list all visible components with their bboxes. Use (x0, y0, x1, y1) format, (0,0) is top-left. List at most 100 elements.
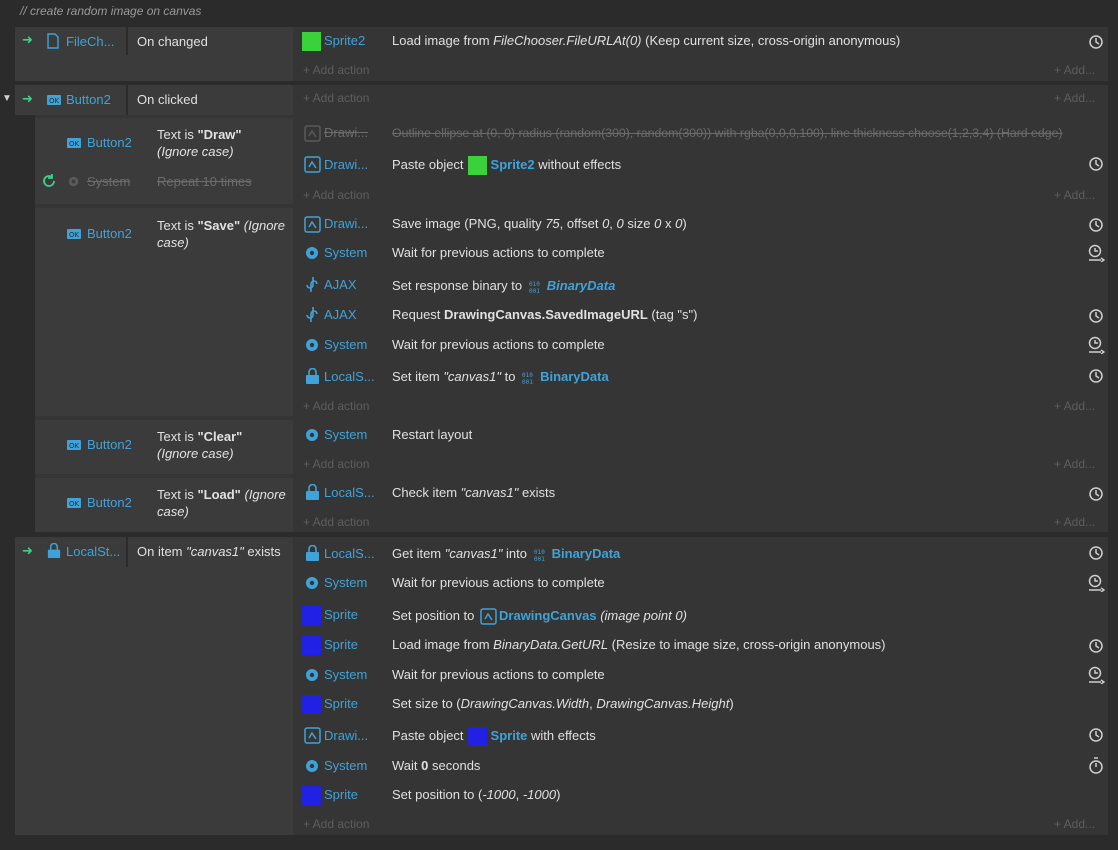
action-object[interactable]: System (324, 663, 367, 687)
action-object[interactable]: LocalS... (324, 481, 375, 505)
binary-data-icon: 010001 (529, 281, 540, 294)
action-object[interactable]: Sprite (324, 692, 358, 716)
add-more-link[interactable]: + Add... (1054, 88, 1095, 108)
sprite-icon (302, 695, 321, 714)
svg-text:OK: OK (69, 231, 80, 239)
add-more-link[interactable]: + Add... (1054, 185, 1095, 205)
action-text[interactable]: Wait for previous actions to complete (392, 571, 605, 595)
action-text[interactable]: Set response binary to 010 001 BinaryData (392, 274, 615, 298)
action-text[interactable]: Wait 0 seconds (392, 754, 480, 778)
svg-text:OK: OK (69, 140, 80, 148)
condition-text[interactable]: On clicked (137, 88, 198, 112)
drawing-canvas-icon (304, 216, 321, 233)
condition-text[interactable]: On changed (137, 30, 208, 54)
loop-icon (43, 174, 55, 187)
action-text[interactable]: Paste object Sprite with effects (392, 724, 596, 748)
condition-object[interactable]: Button2 (87, 491, 132, 515)
add-action-link[interactable]: + Add action (303, 512, 369, 532)
action-object[interactable]: System (324, 333, 367, 357)
add-action-link[interactable]: + Add action (303, 60, 369, 80)
action-text[interactable]: Save image (PNG, quality 75, offset 0, 0… (392, 212, 687, 236)
action-object[interactable]: System (324, 423, 367, 447)
svg-text:OK: OK (69, 500, 80, 508)
action-object[interactable]: AJAX (324, 273, 357, 297)
condition-object[interactable]: Button2 (87, 433, 132, 457)
condition-text[interactable]: Text is "Clear" (Ignore case) (157, 428, 287, 462)
action-object[interactable]: LocalS... (324, 365, 375, 389)
action-object[interactable]: Drawi... (324, 212, 368, 236)
condition-text[interactable]: Text is "Draw" (Ignore case) (157, 126, 242, 160)
add-action-link[interactable]: + Add action (303, 814, 369, 834)
action-text[interactable]: Wait for previous actions to complete (392, 333, 605, 357)
condition-separator (126, 537, 128, 567)
wait-icon (1088, 244, 1105, 262)
svg-text:001: 001 (534, 556, 545, 562)
sprite-icon (302, 786, 321, 805)
sprite2-icon (467, 156, 487, 176)
action-object[interactable]: System (324, 571, 367, 595)
add-action-link[interactable]: + Add action (303, 454, 369, 474)
condition-text-disabled[interactable]: Repeat 10 times (157, 170, 252, 194)
condition-object[interactable]: LocalSt... (66, 540, 120, 564)
action-text[interactable]: Wait for previous actions to complete (392, 241, 605, 265)
action-text[interactable]: Restart layout (392, 423, 472, 447)
async-icon (1089, 728, 1103, 742)
action-object[interactable]: Drawi... (324, 724, 368, 748)
wait-icon (1088, 574, 1105, 592)
condition-text[interactable]: On item "canvas1" exists (137, 540, 281, 564)
system-gear-icon (68, 176, 79, 187)
action-text[interactable]: Paste object Sprite2 without effects (392, 153, 621, 177)
local-storage-icon (306, 545, 319, 561)
action-text[interactable]: Set position to (-1000, -1000) (392, 783, 560, 807)
trigger-arrow-icon: ➜ (22, 543, 33, 558)
action-text[interactable]: Request DrawingCanvas.SavedImageURL (tag… (392, 303, 697, 327)
comment-line: // create random image on canvas (20, 4, 202, 18)
action-text[interactable]: Set size to (DrawingCanvas.Width, Drawin… (392, 692, 734, 716)
action-text[interactable]: Wait for previous actions to complete (392, 663, 605, 687)
action-text[interactable]: Load image from BinaryData.GetURL (Resiz… (392, 633, 886, 657)
async-icon (1089, 157, 1103, 171)
action-object[interactable]: LocalS... (324, 542, 375, 566)
add-action-link[interactable]: + Add action (303, 185, 369, 205)
add-more-link[interactable]: + Add... (1054, 454, 1095, 474)
condition-object[interactable]: Button2 (87, 222, 132, 246)
action-object[interactable]: Sprite (324, 603, 358, 627)
condition-separator (126, 27, 128, 55)
condition-object[interactable]: FileCh... (66, 30, 114, 54)
add-action-link[interactable]: + Add action (303, 88, 369, 108)
add-more-link[interactable]: + Add... (1054, 814, 1095, 834)
add-action-link[interactable]: + Add action (303, 396, 369, 416)
drawing-canvas-icon (304, 156, 321, 173)
collapse-arrow-icon[interactable]: ▼ (2, 93, 12, 104)
condition-object-disabled[interactable]: System (87, 170, 130, 194)
add-more-link[interactable]: + Add... (1054, 512, 1095, 532)
action-object[interactable]: System (324, 241, 367, 265)
action-object[interactable]: Drawi... (324, 153, 368, 177)
action-object[interactable]: AJAX (324, 303, 357, 327)
add-more-link[interactable]: + Add... (1054, 396, 1095, 416)
action-text[interactable]: Set item "canvas1" to 010 001 BinaryData (392, 365, 609, 389)
action-text[interactable]: Load image from FileChooser.FileURLAt(0)… (392, 29, 900, 53)
system-gear-icon (306, 247, 318, 259)
add-more-link[interactable]: + Add... (1054, 60, 1095, 80)
sprite-icon (302, 636, 321, 655)
condition-object[interactable]: Button2 (66, 88, 111, 112)
action-object[interactable]: System (324, 754, 367, 778)
svg-text:010: 010 (522, 372, 533, 379)
action-object[interactable]: Sprite2 (324, 29, 365, 53)
action-object[interactable]: Sprite (324, 633, 358, 657)
action-object[interactable]: Sprite (324, 783, 358, 807)
drawing-canvas-icon (304, 727, 321, 744)
action-text-disabled[interactable]: Outline ellipse at (0, 0) radius (random… (392, 121, 1063, 145)
action-object-disabled[interactable]: Drawi... (324, 121, 368, 145)
svg-text:001: 001 (529, 288, 540, 294)
condition-text[interactable]: Text is "Load" (Ignore case) (157, 486, 287, 520)
action-text[interactable]: Set position to DrawingCanvas (image poi… (392, 604, 687, 628)
sprite-icon (467, 727, 487, 747)
condition-object[interactable]: Button2 (87, 131, 132, 155)
action-text[interactable]: Check item "canvas1" exists (392, 481, 555, 505)
condition-column (15, 537, 293, 835)
condition-text[interactable]: Text is "Save" (Ignore case) (157, 217, 287, 251)
async-icon (1089, 35, 1103, 49)
action-text[interactable]: Get item "canvas1" into 010 001 BinaryData (392, 542, 620, 566)
